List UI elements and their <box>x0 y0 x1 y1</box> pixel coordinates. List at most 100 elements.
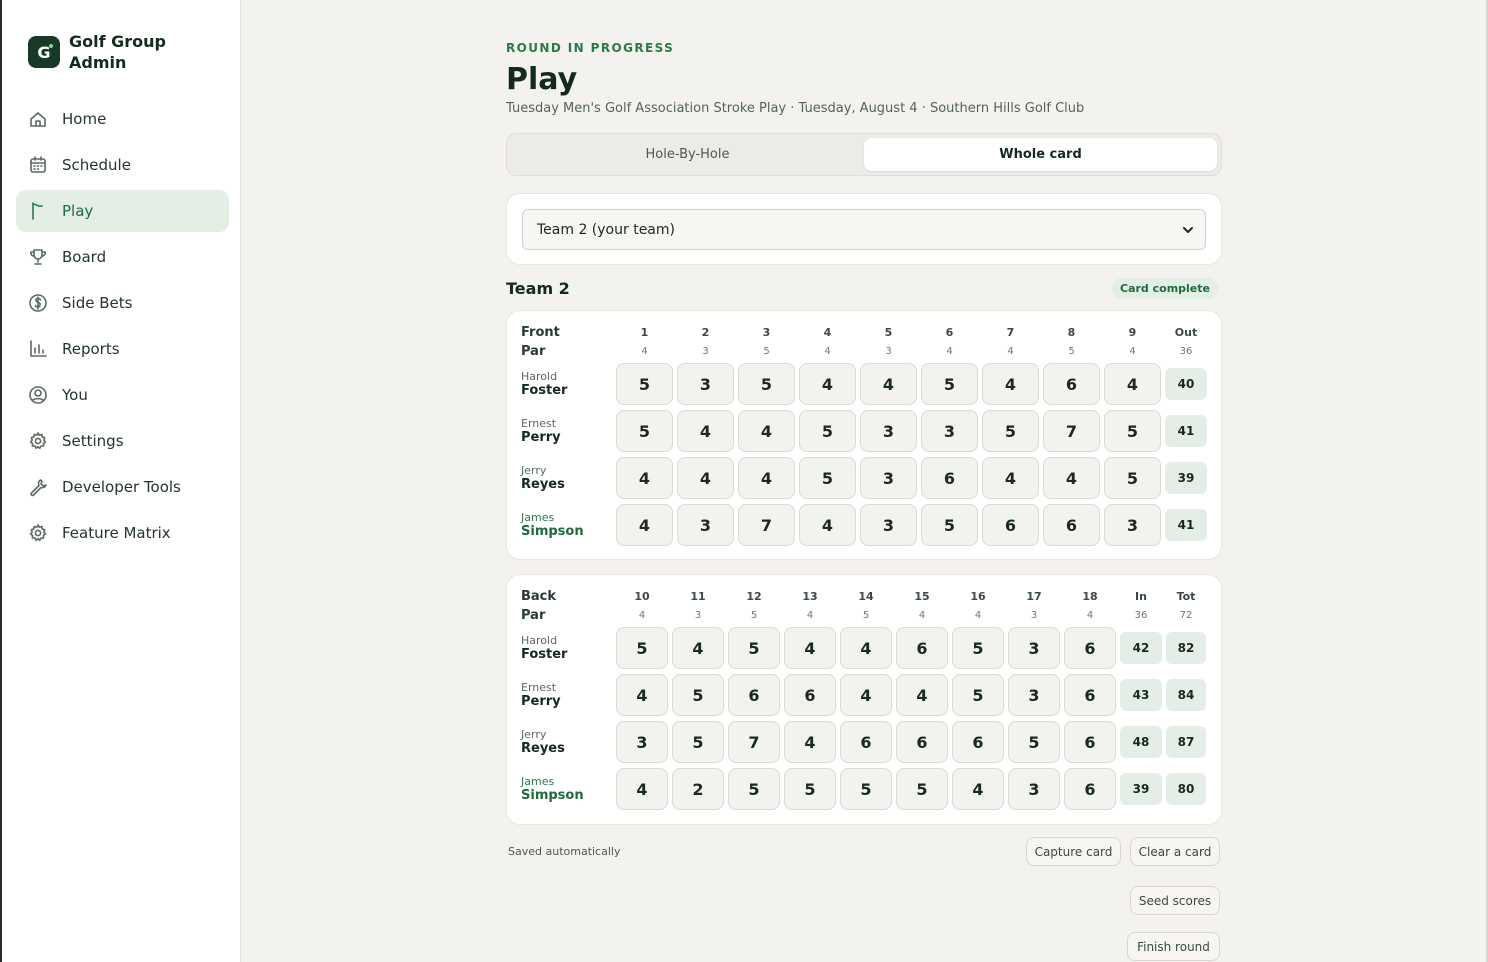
score-cell[interactable]: 4 <box>672 627 724 669</box>
sidebar-item-you[interactable]: You <box>16 374 229 416</box>
hole-number: 8 <box>1067 326 1076 339</box>
score-cell[interactable]: 2 <box>672 768 724 810</box>
sidebar-item-home[interactable]: Home <box>16 98 229 140</box>
brand[interactable]: G Golf Group Admin <box>28 31 189 73</box>
score-cell[interactable]: 5 <box>672 674 724 716</box>
tab-whole-card[interactable]: Whole card <box>864 138 1217 171</box>
score-cell[interactable]: 5 <box>738 363 795 405</box>
score-cell[interactable]: 4 <box>840 674 892 716</box>
sidebar-item-play[interactable]: Play <box>16 190 229 232</box>
round-total: 87 <box>1166 726 1206 758</box>
score-cell[interactable]: 3 <box>1104 504 1161 546</box>
score-cell[interactable]: 5 <box>728 768 780 810</box>
score-cell[interactable]: 3 <box>921 410 978 452</box>
score-cell[interactable]: 5 <box>616 627 668 669</box>
score-cell[interactable]: 7 <box>738 504 795 546</box>
score-cell[interactable]: 4 <box>738 457 795 499</box>
score-cell[interactable]: 3 <box>860 504 917 546</box>
score-cell[interactable]: 6 <box>1064 768 1116 810</box>
hole-number: 11 <box>690 590 706 603</box>
score-cell[interactable]: 5 <box>784 768 836 810</box>
score-cell[interactable]: 4 <box>1043 457 1100 499</box>
score-cell[interactable]: 5 <box>952 674 1004 716</box>
seed-scores-button[interactable]: Seed scores <box>1130 886 1220 915</box>
finish-round-button[interactable]: Finish round <box>1127 932 1220 961</box>
hole-number: 14 <box>858 590 874 603</box>
sidebar-item-developer-tools[interactable]: Developer Tools <box>16 466 229 508</box>
player-last-name: Foster <box>521 647 568 662</box>
score-cell[interactable]: 5 <box>982 410 1039 452</box>
score-cell[interactable]: 6 <box>840 721 892 763</box>
score-cell[interactable]: 5 <box>896 768 948 810</box>
sidebar-item-schedule[interactable]: Schedule <box>16 144 229 186</box>
score-cell[interactable]: 5 <box>616 410 673 452</box>
capture-card-button[interactable]: Capture card <box>1026 837 1121 866</box>
score-cell[interactable]: 3 <box>1008 768 1060 810</box>
score-cell[interactable]: 6 <box>1043 504 1100 546</box>
score-cell[interactable]: 6 <box>1064 627 1116 669</box>
score-cell[interactable]: 4 <box>860 363 917 405</box>
score-cell[interactable]: 4 <box>677 410 734 452</box>
score-cell[interactable]: 6 <box>1064 674 1116 716</box>
score-cell[interactable]: 6 <box>1064 721 1116 763</box>
sidebar-item-side-bets[interactable]: Side Bets <box>16 282 229 324</box>
score-cell[interactable]: 5 <box>840 768 892 810</box>
score-cell[interactable]: 4 <box>616 674 668 716</box>
sidebar-item-feature-matrix[interactable]: Feature Matrix <box>16 512 229 554</box>
score-cell[interactable]: 7 <box>1043 410 1100 452</box>
score-cell[interactable]: 4 <box>982 457 1039 499</box>
score-cell[interactable]: 4 <box>616 457 673 499</box>
par-label: Par <box>521 608 546 623</box>
hole-par: 4 <box>1007 346 1014 357</box>
score-cell[interactable]: 4 <box>784 627 836 669</box>
score-cell[interactable]: 5 <box>1104 410 1161 452</box>
score-cell[interactable]: 3 <box>616 721 668 763</box>
score-cell[interactable]: 4 <box>677 457 734 499</box>
sidebar-item-reports[interactable]: Reports <box>16 328 229 370</box>
score-cell[interactable]: 3 <box>1008 627 1060 669</box>
score-cell[interactable]: 5 <box>799 457 856 499</box>
score-cell[interactable]: 5 <box>728 627 780 669</box>
score-cell[interactable]: 5 <box>1008 721 1060 763</box>
score-cell[interactable]: 3 <box>860 457 917 499</box>
score-cell[interactable]: 4 <box>799 363 856 405</box>
hole-number: 10 <box>634 590 650 603</box>
score-cell[interactable]: 4 <box>1104 363 1161 405</box>
score-cell[interactable]: 4 <box>896 674 948 716</box>
team-select[interactable]: Team 2 (your team) <box>522 209 1206 250</box>
hole-number: 17 <box>1026 590 1042 603</box>
score-cell[interactable]: 6 <box>784 674 836 716</box>
score-cell[interactable]: 5 <box>1104 457 1161 499</box>
tab-hole-by-hole[interactable]: Hole-By-Hole <box>511 138 864 171</box>
score-cell[interactable]: 4 <box>982 363 1039 405</box>
sidebar-item-board[interactable]: Board <box>16 236 229 278</box>
score-cell[interactable]: 4 <box>784 721 836 763</box>
score-cell[interactable]: 5 <box>921 504 978 546</box>
hole-par: 4 <box>1129 346 1136 357</box>
score-cell[interactable]: 6 <box>896 721 948 763</box>
score-cell[interactable]: 5 <box>952 627 1004 669</box>
score-cell[interactable]: 6 <box>982 504 1039 546</box>
score-cell[interactable]: 6 <box>921 457 978 499</box>
score-cell[interactable]: 4 <box>616 768 668 810</box>
score-cell[interactable]: 4 <box>840 627 892 669</box>
score-cell[interactable]: 5 <box>616 363 673 405</box>
score-cell[interactable]: 5 <box>799 410 856 452</box>
sidebar-item-settings[interactable]: Settings <box>16 420 229 462</box>
score-cell[interactable]: 3 <box>677 363 734 405</box>
score-cell[interactable]: 5 <box>672 721 724 763</box>
score-cell[interactable]: 4 <box>616 504 673 546</box>
score-cell[interactable]: 4 <box>799 504 856 546</box>
score-cell[interactable]: 3 <box>860 410 917 452</box>
score-cell[interactable]: 6 <box>952 721 1004 763</box>
score-cell[interactable]: 4 <box>738 410 795 452</box>
score-cell[interactable]: 4 <box>952 768 1004 810</box>
score-cell[interactable]: 5 <box>921 363 978 405</box>
score-cell[interactable]: 7 <box>728 721 780 763</box>
score-cell[interactable]: 3 <box>1008 674 1060 716</box>
score-cell[interactable]: 6 <box>896 627 948 669</box>
clear-card-button[interactable]: Clear a card <box>1130 837 1220 866</box>
score-cell[interactable]: 6 <box>728 674 780 716</box>
score-cell[interactable]: 3 <box>677 504 734 546</box>
score-cell[interactable]: 6 <box>1043 363 1100 405</box>
